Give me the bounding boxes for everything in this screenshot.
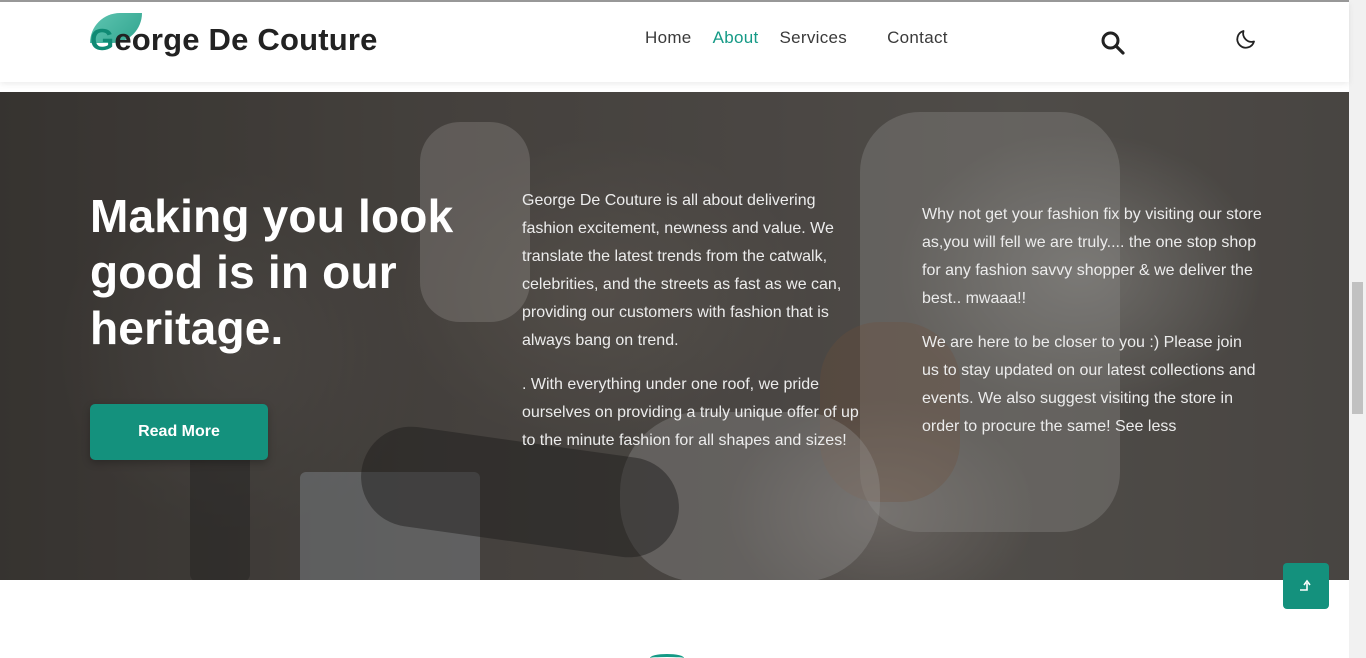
about-column-1: George De Couture is all about deliverin…	[522, 187, 867, 471]
site-header: George De Couture Home About Services Co…	[0, 2, 1349, 82]
logo-text: eorge De Couture	[114, 22, 378, 57]
logo-first-letter: G	[90, 22, 115, 57]
main-nav: Home About Services Contact	[645, 28, 969, 48]
moon-icon[interactable]	[1234, 27, 1258, 51]
about-paragraph: Why not get your fashion fix by visiting…	[922, 206, 1262, 307]
read-more-button[interactable]: Read More	[90, 404, 268, 460]
nav-home[interactable]: Home	[645, 28, 692, 48]
nav-services[interactable]: Services	[780, 28, 848, 48]
hero-section: Making you look good is in our heritage.…	[0, 92, 1349, 580]
about-paragraph: George De Couture is all about deliverin…	[522, 192, 842, 349]
scroll-to-top-button[interactable]	[1283, 563, 1329, 609]
section-decoration	[650, 654, 684, 658]
hero-title: Making you look good is in our heritage.	[90, 190, 454, 354]
page-scrollbar[interactable]	[1349, 0, 1366, 658]
about-column-2: Why not get your fashion fix by visiting…	[922, 201, 1262, 457]
arrow-up-icon	[1300, 579, 1311, 591]
about-paragraph: We are here to be closer to you :) Pleas…	[922, 334, 1256, 435]
nav-contact[interactable]: Contact	[887, 28, 948, 48]
search-icon[interactable]	[1100, 30, 1126, 56]
nav-about[interactable]: About	[713, 28, 759, 48]
scrollbar-thumb[interactable]	[1352, 282, 1363, 414]
site-logo[interactable]: George De Couture	[90, 13, 378, 62]
about-paragraph: . With everything under one roof, we pri…	[522, 376, 859, 449]
